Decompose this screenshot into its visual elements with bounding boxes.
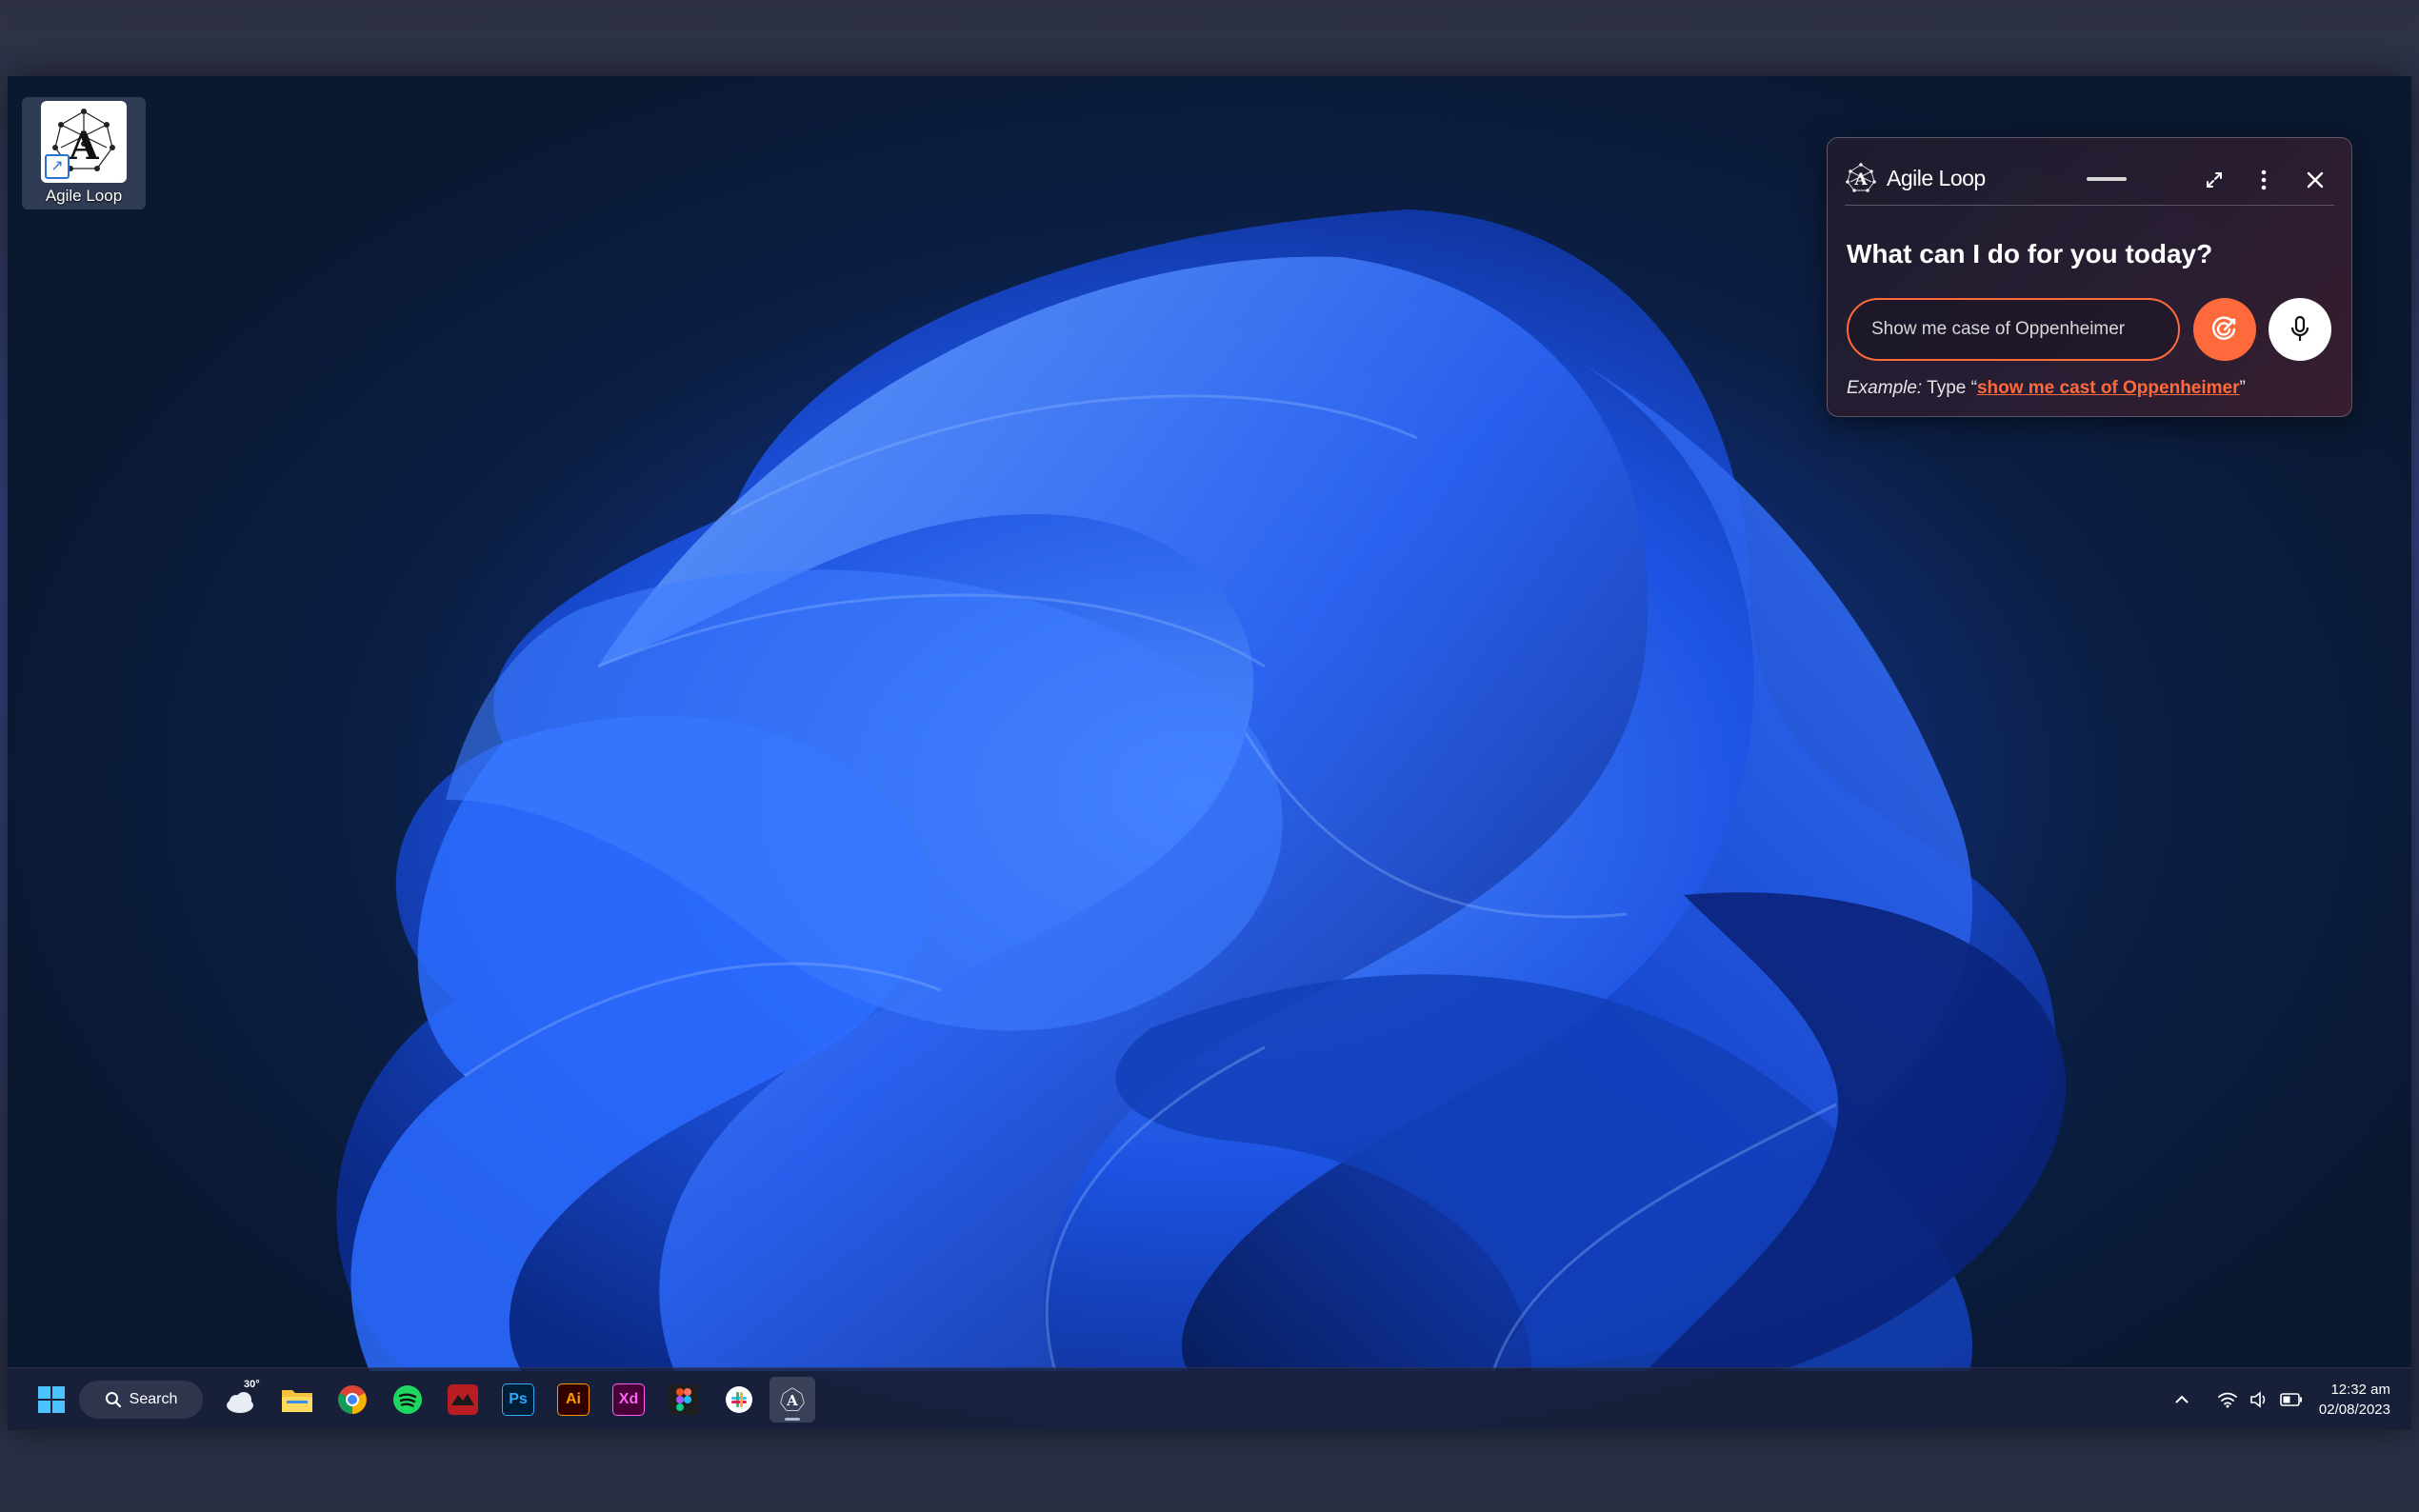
example-link[interactable]: show me cast of Oppenheimer bbox=[1977, 378, 2240, 398]
battery-icon bbox=[2280, 1393, 2302, 1406]
agile-loop-logo-icon: A ↗ bbox=[41, 101, 127, 183]
example-hint: Example: Type “show me cast of Oppenheim… bbox=[1847, 378, 2246, 399]
agile-loop-taskbar-button[interactable]: A bbox=[770, 1377, 815, 1422]
desktop-icon-label: Agile Loop bbox=[45, 187, 123, 205]
desktop-frame: A ↗ Agile Loop A Agile Loop What can I d… bbox=[8, 76, 2411, 1430]
red-app-button[interactable] bbox=[440, 1377, 486, 1422]
chevron-up-icon bbox=[2175, 1395, 2189, 1403]
panel-title: What can I do for you today? bbox=[1847, 239, 2213, 269]
search-label: Search bbox=[129, 1391, 178, 1407]
chrome-icon bbox=[338, 1385, 367, 1414]
weather-temp: 30° bbox=[244, 1379, 260, 1390]
target-send-icon bbox=[2211, 316, 2236, 340]
example-close: ” bbox=[2239, 378, 2246, 398]
more-vertical-icon bbox=[2261, 169, 2267, 190]
system-tray bbox=[2168, 1368, 2303, 1430]
agile-loop-icon: A bbox=[780, 1387, 805, 1411]
photoshop-icon: Ps bbox=[502, 1383, 534, 1416]
windows-start-icon bbox=[38, 1386, 65, 1413]
spotify-icon bbox=[393, 1385, 422, 1414]
weather-widget[interactable]: 30° bbox=[219, 1377, 265, 1422]
illustrator-button[interactable]: Ai bbox=[550, 1377, 596, 1422]
folder-icon bbox=[282, 1390, 312, 1412]
clock-time: 12:32 am bbox=[2330, 1382, 2390, 1398]
prompt-input[interactable] bbox=[1849, 300, 2178, 359]
panel-header: A Agile Loop bbox=[1845, 151, 2334, 206]
figma-icon bbox=[669, 1384, 699, 1415]
taskbar-search[interactable]: Search bbox=[79, 1381, 203, 1419]
start-button[interactable] bbox=[29, 1377, 74, 1422]
svg-text:A: A bbox=[786, 1392, 798, 1409]
xd-button[interactable]: Xd bbox=[606, 1377, 651, 1422]
close-button[interactable] bbox=[2300, 165, 2330, 195]
spotify-button[interactable] bbox=[385, 1377, 430, 1422]
close-icon bbox=[2307, 171, 2324, 189]
assistant-panel: A Agile Loop What can I do for you today… bbox=[1827, 137, 2352, 417]
microphone-icon bbox=[2290, 315, 2309, 341]
file-explorer-button[interactable] bbox=[274, 1377, 320, 1422]
send-button[interactable] bbox=[2193, 298, 2256, 361]
microphone-button[interactable] bbox=[2269, 298, 2331, 361]
figma-button[interactable] bbox=[661, 1377, 707, 1422]
wifi-icon bbox=[2218, 1392, 2237, 1408]
drag-handle[interactable] bbox=[2087, 177, 2127, 181]
slack-icon bbox=[726, 1386, 752, 1413]
search-icon bbox=[105, 1392, 121, 1408]
expand-button[interactable] bbox=[2199, 165, 2229, 195]
volume-icon bbox=[2250, 1391, 2266, 1408]
svg-text:A: A bbox=[1853, 170, 1868, 189]
prompt-input-wrapper bbox=[1847, 298, 2180, 361]
desktop-icon-agile-loop[interactable]: A ↗ Agile Loop bbox=[22, 97, 146, 209]
shortcut-arrow-icon: ↗ bbox=[45, 154, 70, 179]
taskbar: Search 30° Ps Ai Xd A 12:32 am 02/08/202… bbox=[8, 1367, 2411, 1430]
slack-button[interactable] bbox=[716, 1377, 762, 1422]
more-options-button[interactable] bbox=[2249, 165, 2279, 195]
expand-icon bbox=[2207, 172, 2222, 188]
quick-settings-button[interactable] bbox=[2217, 1391, 2303, 1408]
agile-loop-brand-icon: A bbox=[1846, 163, 1876, 192]
clock-date: 02/08/2023 bbox=[2318, 1402, 2390, 1418]
example-type: Type “ bbox=[1922, 378, 1977, 398]
photoshop-button[interactable]: Ps bbox=[495, 1377, 541, 1422]
red-app-icon bbox=[448, 1384, 478, 1415]
xd-icon: Xd bbox=[612, 1383, 645, 1416]
svg-text:A: A bbox=[68, 124, 99, 169]
brand-name: Agile Loop bbox=[1887, 165, 1986, 190]
show-hidden-icons-button[interactable] bbox=[2168, 1395, 2196, 1404]
clock[interactable]: 12:32 am 02/08/2023 bbox=[2319, 1380, 2390, 1420]
illustrator-icon: Ai bbox=[557, 1383, 590, 1416]
chrome-button[interactable] bbox=[330, 1377, 375, 1422]
example-lead: Example: bbox=[1847, 378, 1923, 398]
